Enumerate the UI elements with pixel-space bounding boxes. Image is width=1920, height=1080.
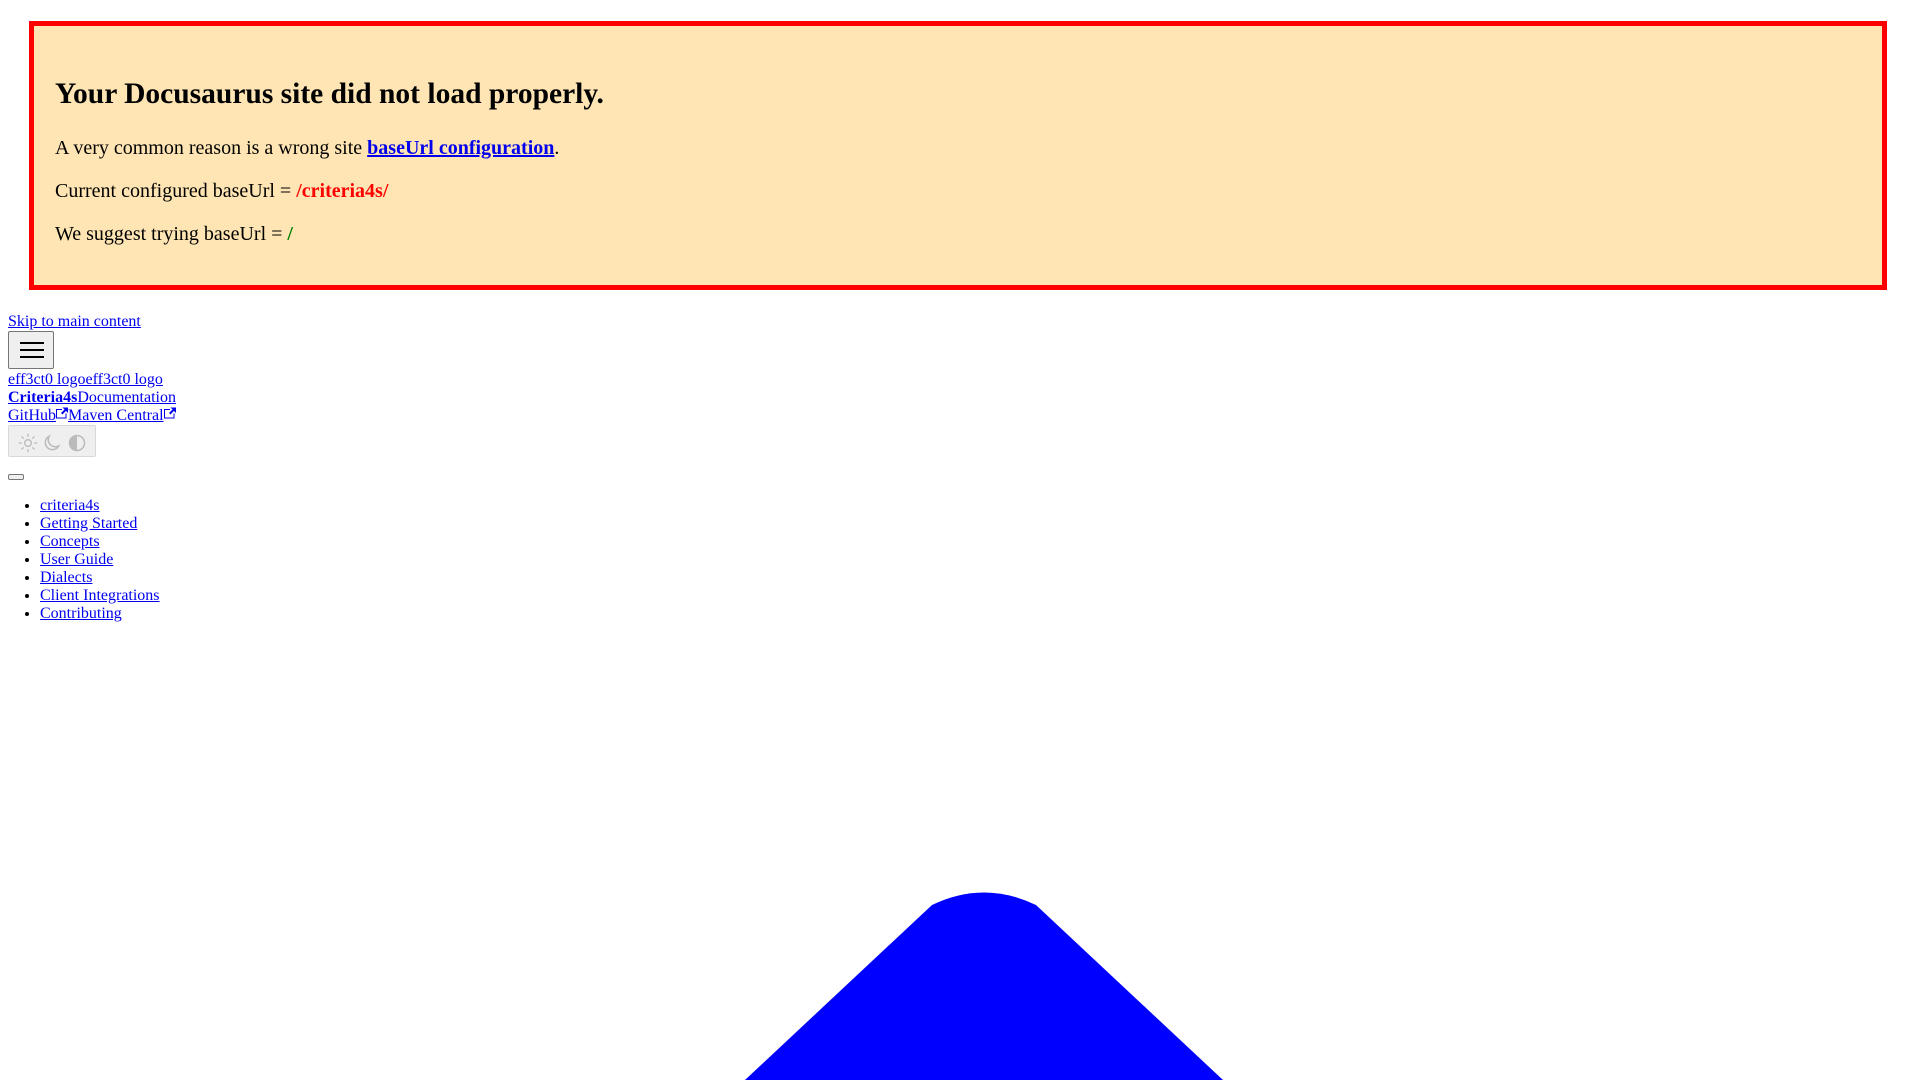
unstyled-chevron-up-icon xyxy=(745,892,1223,1080)
